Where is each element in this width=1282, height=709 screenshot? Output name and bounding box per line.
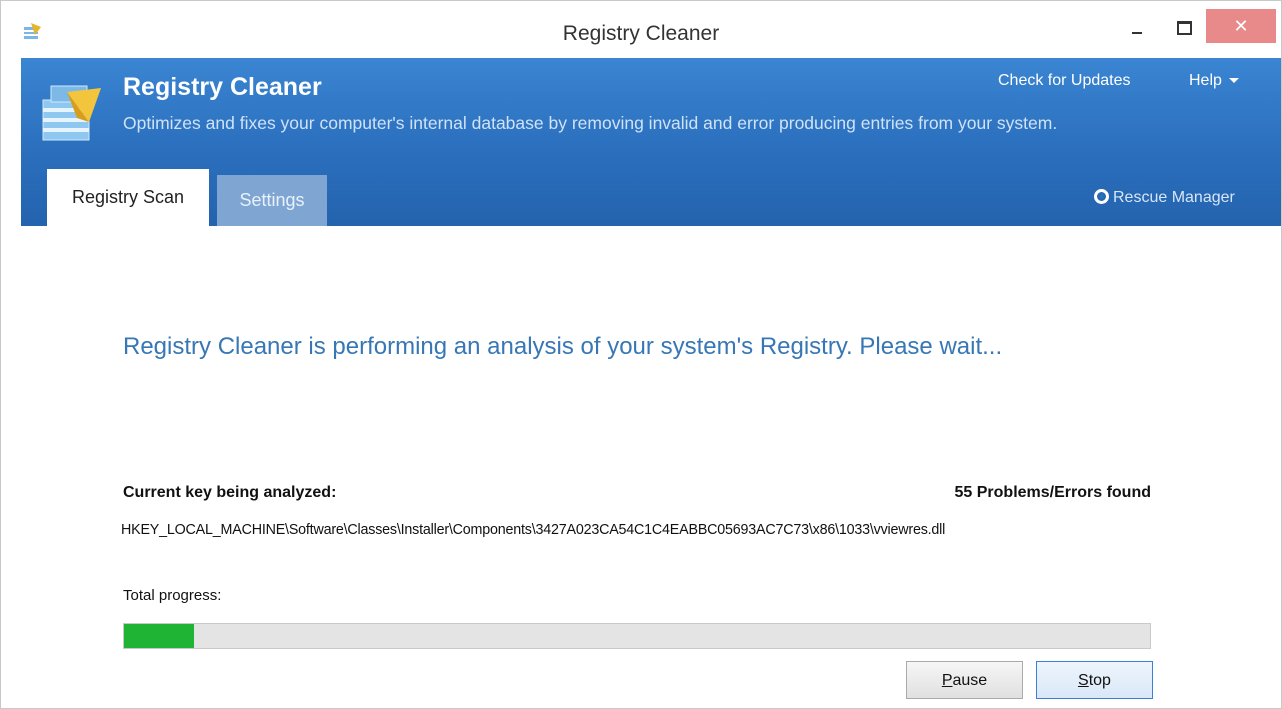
check-for-updates-link[interactable]: Check for Updates — [998, 72, 1131, 90]
rescue-manager-label: Rescue Manager — [1113, 189, 1235, 206]
stop-label: top — [1088, 672, 1111, 689]
total-progress-bar — [123, 623, 1151, 649]
minimize-icon[interactable] — [1132, 32, 1142, 34]
stop-accelerator: S — [1078, 672, 1089, 689]
tab-registry-scan[interactable]: Registry Scan — [47, 169, 209, 226]
current-key-label: Current key being analyzed: — [123, 484, 337, 501]
header-title: Registry Cleaner — [123, 73, 322, 101]
problems-found-count: 55 Problems/Errors found — [954, 484, 1152, 501]
window-title: Registry Cleaner — [562, 22, 720, 45]
help-label: Help — [1189, 72, 1222, 89]
close-icon[interactable]: ✕ — [1206, 9, 1276, 43]
rescue-manager-link[interactable]: Rescue Manager — [1094, 189, 1235, 207]
current-key-path: HKEY_LOCAL_MACHINE\Software\Classes\Inst… — [121, 522, 946, 538]
maximize-icon[interactable] — [1177, 21, 1192, 35]
header-subtitle: Optimizes and fixes your computer's inte… — [123, 113, 1058, 133]
title-bar: Registry Cleaner ✕ — [1, 1, 1281, 59]
lifebuoy-icon — [1094, 189, 1109, 204]
pause-label: ause — [952, 672, 988, 689]
pause-button[interactable]: Pause — [906, 661, 1023, 699]
help-menu[interactable]: Help — [1189, 72, 1239, 90]
total-progress-label: Total progress: — [123, 587, 222, 604]
analysis-message: Registry Cleaner is performing an analys… — [123, 333, 1003, 360]
pause-accelerator: P — [941, 672, 953, 689]
caret-down-icon — [1228, 78, 1239, 84]
registry-cleaner-logo-icon — [41, 82, 107, 144]
stop-button[interactable]: Stop — [1036, 661, 1153, 699]
app-header: Registry Cleaner Optimizes and fixes you… — [21, 58, 1281, 226]
app-window: Registry Cleaner ✕ Registry Cleaner Opti… — [0, 0, 1282, 709]
tab-settings[interactable]: Settings — [217, 175, 327, 226]
progress-bar-fill — [124, 624, 194, 648]
